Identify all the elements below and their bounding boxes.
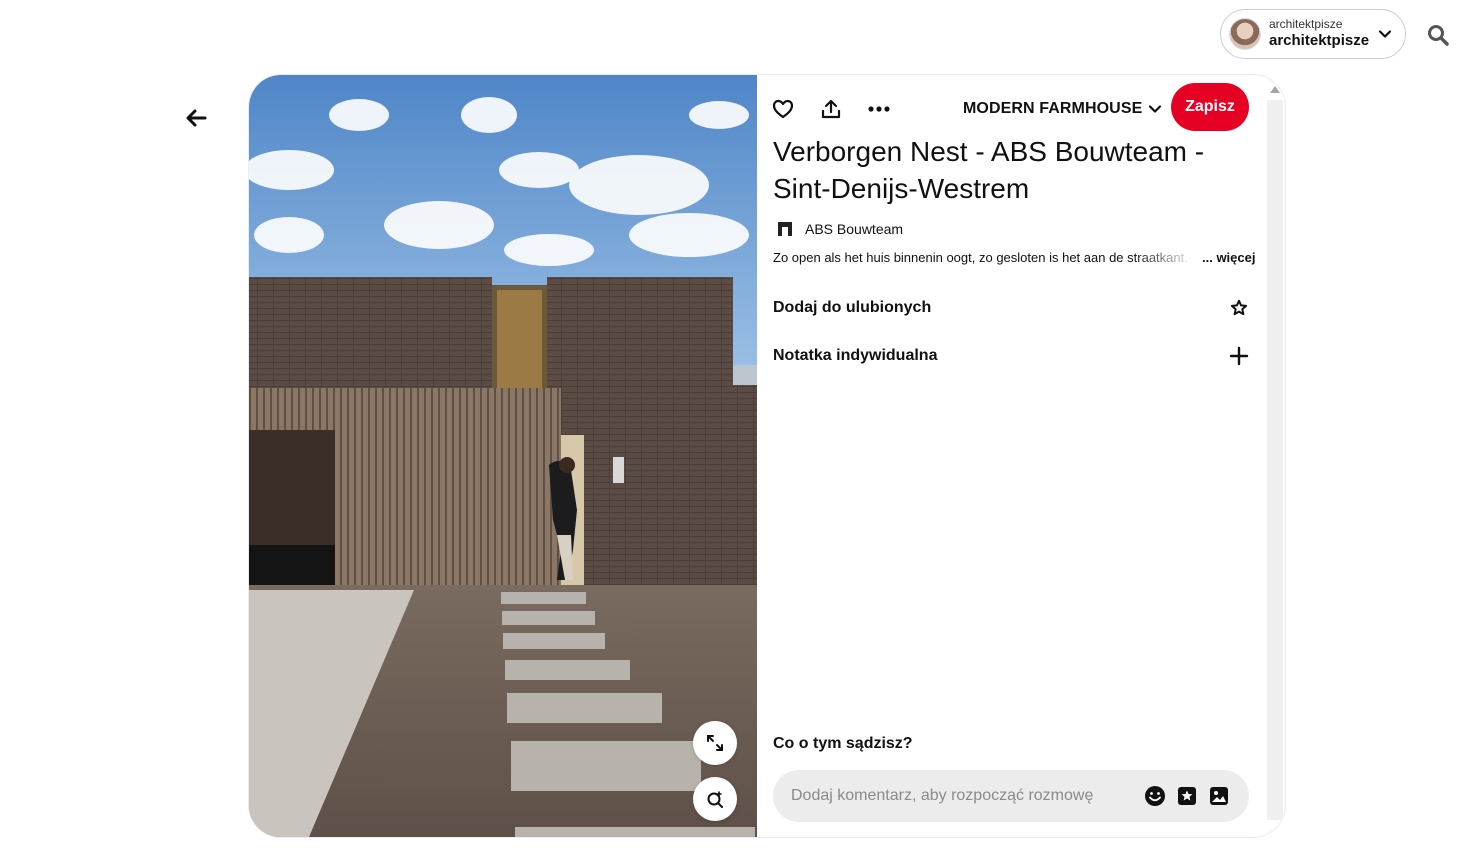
house-photo: [249, 75, 757, 837]
expand-button[interactable]: [693, 721, 737, 765]
description-text: Zo open als het huis binnenin oogt, zo g…: [773, 250, 1188, 265]
comment-input[interactable]: [791, 787, 1131, 805]
account-switcher[interactable]: architektpisze architektpisze: [1220, 9, 1406, 59]
more-icon: [868, 106, 890, 112]
add-to-favorites[interactable]: Dodaj do ulubionych: [773, 294, 1251, 322]
plus-icon[interactable]: [1227, 344, 1251, 368]
source-name: ABS Bouwteam: [805, 221, 904, 237]
comment-heading: Co o tym sądzisz?: [773, 735, 913, 752]
account-small-label: architektpisze: [1269, 17, 1343, 32]
visual-search-icon: [707, 791, 723, 808]
source-logo: [773, 219, 797, 239]
personal-note[interactable]: Notatka indywidualna: [773, 342, 1251, 370]
image-icon[interactable]: [1207, 784, 1231, 808]
more-link[interactable]: ... więcej: [1202, 250, 1255, 265]
save-button[interactable]: Zapisz: [1171, 83, 1249, 131]
pin-description: Zo open als het huis binnenin oogt, zo g…: [773, 250, 1257, 265]
heart-icon: [772, 99, 794, 119]
pin-details: MODERN FARMHOUSE Zapisz Verborgen Nest -…: [757, 75, 1265, 837]
comment-box[interactable]: [773, 770, 1249, 822]
avatar: [1229, 18, 1261, 50]
heart-button[interactable]: [769, 95, 797, 123]
back-button[interactable]: [180, 102, 212, 134]
pin-title: Verborgen Nest - ABS Bouwteam - Sint-Den…: [773, 136, 1205, 204]
pin-image[interactable]: [249, 75, 757, 837]
sticker-icon[interactable]: [1175, 784, 1199, 808]
search-icon[interactable]: [1426, 23, 1450, 47]
source-link[interactable]: ABS Bouwteam: [773, 219, 903, 239]
scrollbar[interactable]: [1265, 82, 1285, 837]
scroll-thumb[interactable]: [1267, 100, 1283, 820]
visual-search-button[interactable]: [693, 777, 737, 821]
share-icon: [821, 99, 841, 119]
account-name: architektpisze: [1269, 32, 1370, 50]
chevron-down-icon[interactable]: [1377, 26, 1393, 42]
share-button[interactable]: [817, 95, 845, 123]
board-name: MODERN FARMHOUSE: [963, 100, 1143, 117]
chevron-down-icon: [1149, 105, 1162, 113]
expand-icon: [707, 735, 723, 751]
star-icon[interactable]: [1227, 296, 1251, 320]
favorites-label: Dodaj do ulubionych: [773, 299, 932, 316]
scroll-up-icon[interactable]: [1269, 84, 1281, 94]
pin-card: MODERN FARMHOUSE Zapisz Verborgen Nest -…: [249, 75, 1285, 837]
arrow-left-icon: [186, 109, 207, 127]
board-selector[interactable]: MODERN FARMHOUSE: [963, 97, 1162, 121]
emoji-icon[interactable]: [1143, 784, 1167, 808]
note-label: Notatka indywidualna: [773, 347, 938, 364]
more-button[interactable]: [865, 95, 893, 123]
